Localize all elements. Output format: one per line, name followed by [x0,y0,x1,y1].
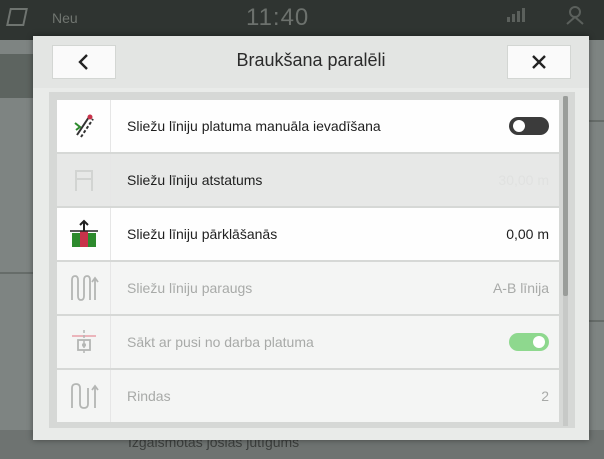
row-rows: Rindas 2 [57,370,559,422]
half-width-icon [57,316,111,368]
row-value: 30,00 m [498,172,549,188]
row-track-pattern: Sliežu līniju paraugs A-B līnija [57,262,559,314]
field-icon [6,8,28,26]
track-spacing-icon [57,154,111,206]
back-button[interactable] [52,45,116,79]
clock: 11:40 [246,4,310,31]
row-label: Sliežu līniju pārklāšanās [127,226,278,242]
row-value: 0,00 m [506,226,549,242]
dialog-header: Braukšana paralēli [33,36,589,88]
row-label: Sliežu līniju platuma manuāla ievadīšana [127,118,381,134]
list-scrollbar[interactable] [563,96,568,426]
row-value: A-B līnija [492,280,549,296]
map-line [589,120,604,122]
row-label: Sākt ar pusi no darba platuma [127,334,314,350]
gps-icon [566,6,584,25]
track-overlap-icon [57,208,111,260]
row-label: Sliežu līniju paraugs [127,280,253,296]
row-manual-width[interactable]: Sliežu līniju platuma manuāla ievadīšana [57,100,559,152]
mode-label: Neu [52,10,78,26]
rows-icon [57,370,111,422]
row-label: Sliežu līniju atstatums [127,172,263,188]
row-track-overlap[interactable]: Sliežu līniju pārklāšanās 0,00 m [57,208,559,260]
scrollbar-thumb[interactable] [563,96,568,296]
status-bar: Neu 11:40 [0,0,604,40]
row-value: 2 [541,388,549,404]
half-width-toggle [509,333,549,351]
signal-icon [507,8,525,22]
map-line [0,272,36,274]
parallel-driving-dialog: Braukšana paralēli Sliežu līniju platuma… [33,36,589,440]
close-button[interactable] [507,45,571,79]
settings-list: Sliežu līniju platuma manuāla ievadīšana… [49,92,575,428]
map-line [589,320,604,322]
manual-width-icon [57,100,111,152]
dialog-title: Braukšana paralēli [236,50,386,70]
close-icon [532,55,546,69]
app-screen: Neu 11:40 Izgaismotās joslas jutīgums Br… [0,0,604,459]
chevron-left-icon [78,54,88,70]
row-half-width-start: Sākt ar pusi no darba platuma [57,316,559,368]
row-track-spacing[interactable]: Sliežu līniju atstatums 30,00 m [57,154,559,206]
map-side-panel [0,54,36,98]
row-label: Rindas [127,388,171,404]
manual-width-toggle[interactable] [509,117,549,135]
track-pattern-icon [57,262,111,314]
